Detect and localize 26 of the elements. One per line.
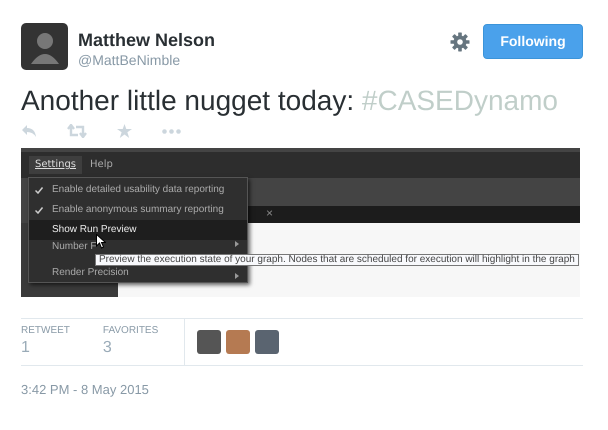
user-avatar[interactable] — [197, 330, 221, 354]
user-avatar[interactable] — [226, 330, 250, 354]
menu-item[interactable]: Enable anonymous summary reporting — [29, 200, 247, 220]
menu-item[interactable]: Enable detailed usability data reporting — [29, 180, 247, 200]
user-avatar[interactable] — [255, 330, 279, 354]
more-icon[interactable] — [162, 128, 181, 134]
retweet-icon[interactable] — [67, 124, 87, 138]
stat-label[interactable]: FAVORITES — [102, 325, 158, 337]
tooltip: Preview the execution state of your graph. Nodes that are scheduled for execution will highlight in the graph — [95, 254, 579, 266]
menubar-item[interactable]: Help — [84, 156, 119, 174]
submenu-arrow-icon — [235, 241, 239, 247]
menu-item[interactable]: Show Run Preview — [29, 220, 247, 240]
stat-label[interactable]: RETWEET — [21, 325, 70, 337]
star-icon[interactable] — [117, 124, 132, 138]
reply-icon[interactable] — [21, 124, 37, 138]
following-button[interactable]: Following — [483, 24, 583, 59]
author-handle[interactable]: @MattBeNimble — [78, 51, 216, 69]
menubar-item[interactable]: Settings — [29, 156, 82, 174]
submenu-arrow-icon — [235, 273, 239, 279]
mouse-cursor-icon — [96, 234, 106, 249]
tweet-text: Another little nugget today: #CASEDynamo — [21, 84, 559, 118]
settings-icon[interactable] — [450, 32, 470, 52]
author-name[interactable]: Matthew Nelson — [78, 29, 216, 51]
timestamp[interactable]: 3:42 PM - 8 May 2015 — [21, 380, 583, 400]
avatar[interactable] — [21, 23, 68, 70]
tab-close[interactable]: × — [266, 206, 274, 221]
